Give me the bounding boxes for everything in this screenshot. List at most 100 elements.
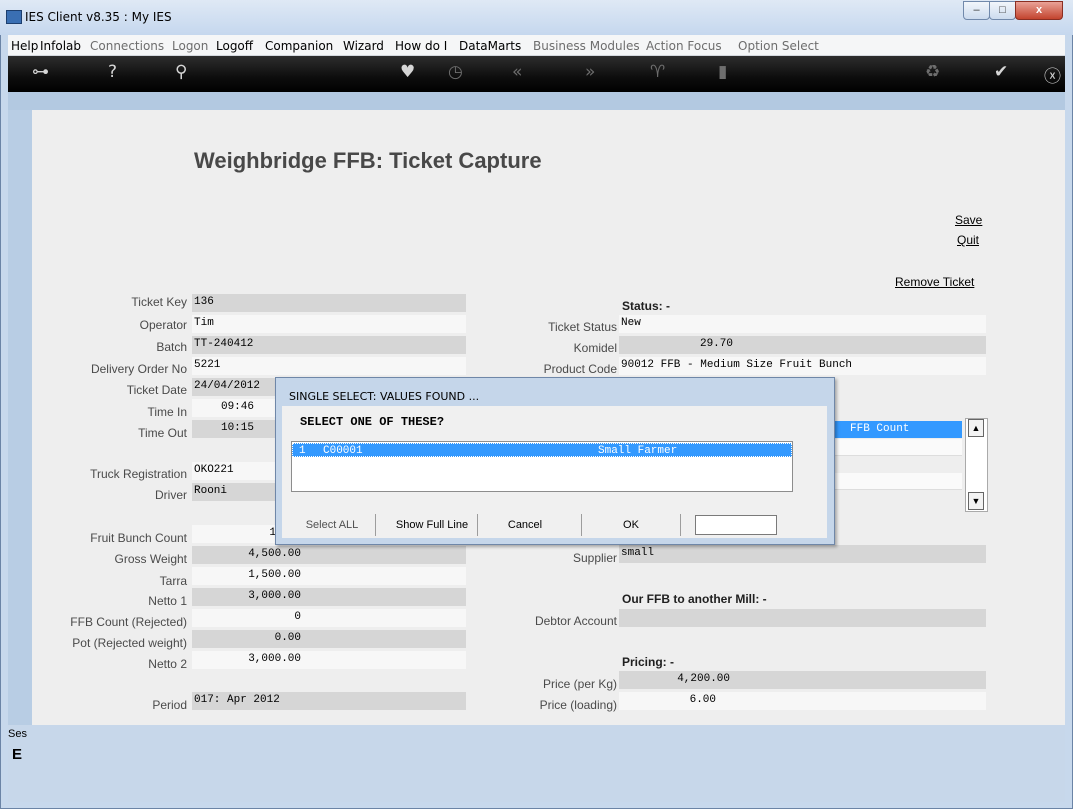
ffb-count-grid-header[interactable]: FFB Count [820,421,962,438]
button-divider [375,514,376,536]
period-label: Period [152,698,187,712]
content-header-stripe [8,92,1065,110]
delivery-order-label: Delivery Order No [90,362,187,376]
period-field[interactable]: 017: Apr 2012 [192,692,466,710]
supplier-label: Supplier [572,551,617,565]
debtor-account-field[interactable] [619,609,986,627]
show-full-line-button[interactable]: Show Full Line [388,514,476,536]
ticket-date-label: Ticket Date [126,383,187,397]
operator-label: Operator [139,318,187,332]
maximize-button[interactable]: □ [989,1,1016,20]
batch-field[interactable]: TT-240412 [192,336,466,354]
scroll-down-icon[interactable]: ▼ [968,492,984,510]
button-divider [477,514,478,536]
truck-registration-label: Truck Registration [90,467,187,481]
toolbar [8,56,1065,92]
ticket-status-field[interactable]: New [619,315,986,333]
scroll-up-icon[interactable]: ▲ [968,419,984,437]
ok-button[interactable]: OK [596,514,666,536]
list-item[interactable]: 1 C00001 Small Farmer [292,443,792,457]
close-button[interactable]: x [1015,1,1063,20]
menu-datamarts[interactable]: DataMarts [459,39,521,53]
menu-how-do-i[interactable]: How do I [395,39,447,53]
document-icon[interactable]: ▮ [718,62,727,82]
time-out-label: Time Out [138,426,187,440]
price-per-kg-label: Price (per Kg) [542,677,617,691]
clock-icon[interactable]: ◷ [448,62,463,82]
dialog-prompt: SELECT ONE OF THESE? [300,415,445,429]
menu-connections[interactable]: Connections [90,39,164,53]
key-icon[interactable]: ⊶ [32,62,49,82]
recycle-icon[interactable]: ♻ [925,62,940,82]
supplier-field[interactable]: small [619,545,986,563]
ffb-rejected-label: FFB Count (Rejected) [70,615,187,629]
fruit-bunch-count-label: Fruit Bunch Count [90,531,187,545]
page-title: Weighbridge FFB: Ticket Capture [194,148,542,173]
delivery-order-field[interactable]: 5221 [192,357,466,375]
close-x-icon[interactable]: ⓧ [1044,62,1061,87]
menu-business-modules[interactable]: Business Modules [533,39,640,53]
select-all-button[interactable]: Select ALL [290,514,374,536]
price-per-kg-field[interactable]: 4,200.00 [619,671,986,689]
list-item-index: 1 [299,445,306,457]
ticket-key-label: Ticket Key [131,295,187,309]
menu-infolab[interactable]: Infolab [40,39,81,53]
list-item-code: C00001 [323,445,363,457]
next-icon[interactable]: » [585,62,595,82]
button-divider [581,514,582,536]
session-label: Ses [8,728,27,740]
dialog-title: SINGLE SELECT: VALUES FOUND ... [289,390,480,403]
window-title: IES Client v8.35 : My IES [25,10,172,24]
komidel-label: Komidel [573,341,617,355]
list-item-name: Small Farmer [598,445,678,457]
gross-weight-label: Gross Weight [114,552,187,566]
grid-row[interactable] [820,473,962,490]
operator-field[interactable]: Tim [192,315,466,333]
gross-weight-field[interactable]: 4,500.00 [192,546,466,564]
time-in-label: Time In [147,405,187,419]
previous-icon[interactable]: « [512,62,522,82]
mill-heading: Our FFB to another Mill: - [622,592,767,606]
minimize-button[interactable]: – [963,1,990,20]
pot-rejected-field[interactable]: 0.00 [192,630,466,648]
save-link[interactable]: Save [955,213,982,227]
komidel-field[interactable]: 29.70 [619,336,986,354]
netto1-field[interactable]: 3,000.00 [192,588,466,606]
help-icon[interactable]: ? [108,62,117,82]
netto2-field[interactable]: 3,000.00 [192,651,466,669]
price-loading-label: Price (loading) [539,698,617,712]
heart-icon[interactable]: ♥ [400,62,415,82]
check-icon[interactable]: ✔ [994,62,1008,82]
status-heading: Status: - [622,299,670,313]
batch-label: Batch [156,340,187,354]
session-mark: E [12,746,23,763]
cancel-button[interactable]: Cancel [490,514,560,536]
button-divider [680,514,681,536]
menu-logon[interactable]: Logon [172,39,208,53]
product-code-field[interactable]: 90012 FFB - Medium Size Fruit Bunch [619,357,986,375]
search-icon[interactable]: ⚲ [175,62,187,82]
menu-action-focus[interactable]: Action Focus [646,39,722,53]
tarra-label: Tarra [159,574,187,588]
driver-label: Driver [155,488,187,502]
filter-input[interactable] [695,515,777,535]
remove-ticket-link[interactable]: Remove Ticket [895,275,974,289]
ffb-rejected-field[interactable]: 0 [192,609,466,627]
menu-logoff[interactable]: Logoff [216,39,253,53]
product-code-label: Product Code [543,362,617,376]
menu-option-select[interactable]: Option Select [738,39,819,53]
tarra-field[interactable]: 1,500.00 [192,567,466,585]
pot-rejected-label: Pot (Rejected weight) [72,636,187,650]
quit-link[interactable]: Quit [957,233,979,247]
menu-companion[interactable]: Companion [265,39,333,53]
grid-row[interactable] [820,439,962,456]
price-loading-field[interactable]: 6.00 [619,692,986,710]
tree-icon[interactable]: ♈ [650,62,665,82]
app-icon [6,10,22,24]
ticket-key-field[interactable]: 136 [192,294,466,312]
menu-wizard[interactable]: Wizard [343,39,384,53]
ticket-status-label: Ticket Status [548,320,617,334]
pricing-heading: Pricing: - [622,655,675,669]
left-sidebar [8,110,32,725]
menu-help[interactable]: Help [11,39,38,53]
